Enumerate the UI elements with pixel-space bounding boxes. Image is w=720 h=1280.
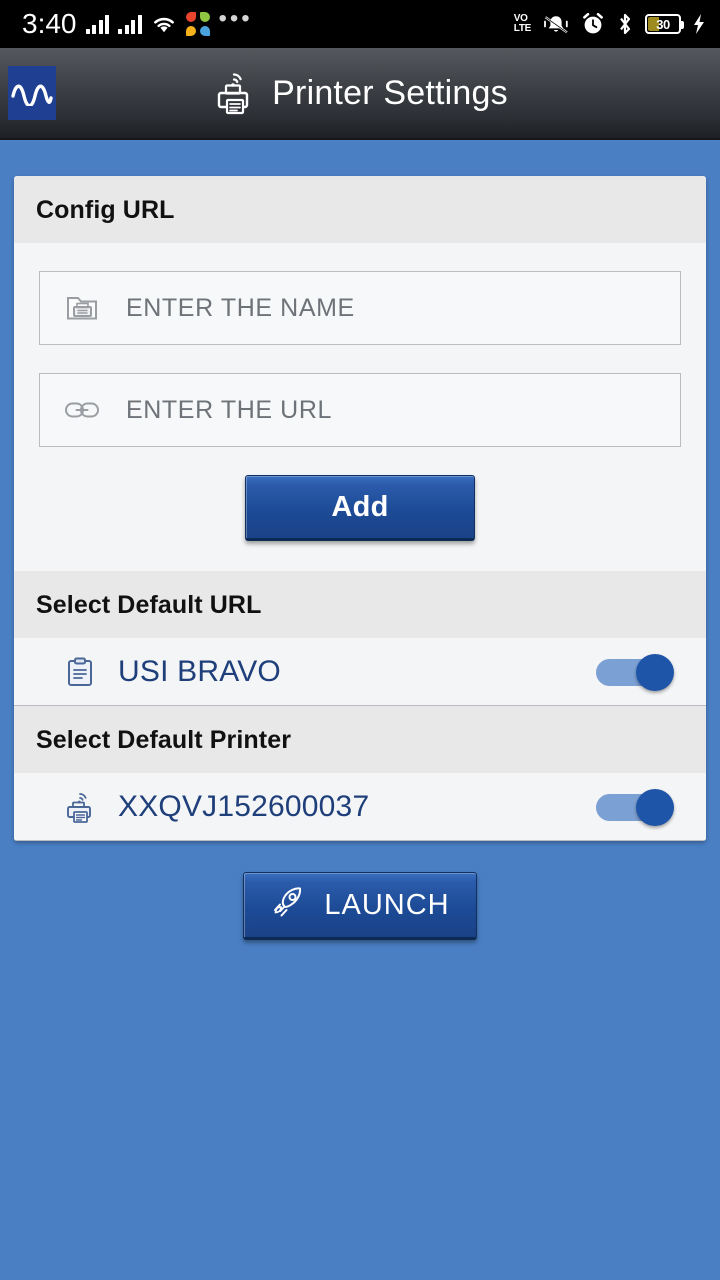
add-button-label: Add xyxy=(331,490,389,523)
battery-level-label: 30 xyxy=(656,16,670,32)
name-field[interactable]: ENTER THE NAME xyxy=(39,271,681,345)
page-title: Printer Settings xyxy=(272,73,508,112)
link-icon xyxy=(62,399,102,421)
wireless-printer-icon xyxy=(212,65,256,122)
status-bar-right: VO LTE 30 xyxy=(514,12,706,36)
rocket-icon xyxy=(270,885,306,926)
launch-button[interactable]: LAUNCH xyxy=(243,872,477,940)
status-bar: 3:40 ••• VO LTE 30 xyxy=(0,0,720,48)
toggle-thumb xyxy=(636,653,674,691)
list-item-usi-bravo[interactable]: USI BRAVO xyxy=(14,638,706,706)
name-field-placeholder: ENTER THE NAME xyxy=(126,293,355,322)
volte-icon: VO LTE xyxy=(513,14,532,34)
app-bar: Printer Settings xyxy=(0,48,720,140)
volte-line-2: LTE xyxy=(513,23,532,34)
config-form: ENTER THE NAME ENTER THE URL Add xyxy=(14,243,706,571)
toggle-thumb xyxy=(636,788,674,826)
flower-app-icon xyxy=(185,12,210,36)
select-default-url-header: Select Default URL xyxy=(14,571,706,638)
toggle-usi-bravo[interactable] xyxy=(596,653,674,691)
add-button[interactable]: Add xyxy=(245,475,475,541)
folder-printer-icon xyxy=(62,292,102,324)
overflow-dots-icon: ••• xyxy=(218,5,253,32)
list-item-printer[interactable]: XXQVJ152600037 xyxy=(14,773,706,841)
url-field[interactable]: ENTER THE URL xyxy=(39,373,681,447)
page-content: Config URL ENTER THE NAME ENTER THE URL … xyxy=(0,140,720,1280)
battery-icon: 30 xyxy=(645,14,684,34)
mute-bell-icon xyxy=(542,13,570,35)
settings-card: Config URL ENTER THE NAME ENTER THE URL … xyxy=(14,176,706,841)
signal-bars-sim2-icon xyxy=(118,14,142,34)
charging-bolt-icon xyxy=(692,13,706,35)
toggle-printer[interactable] xyxy=(596,788,674,826)
signal-bars-sim1-icon xyxy=(85,14,109,34)
alarm-clock-icon xyxy=(581,12,605,36)
clipboard-icon xyxy=(62,657,98,687)
footer-actions: LAUNCH xyxy=(14,841,706,971)
wireless-printer-icon xyxy=(62,790,98,824)
wifi-icon xyxy=(151,14,177,34)
list-item-label: XXQVJ152600037 xyxy=(118,789,370,823)
launch-button-label: LAUNCH xyxy=(324,888,450,921)
status-bar-left: 3:40 ••• xyxy=(22,5,253,39)
wave-logo[interactable] xyxy=(8,66,56,120)
status-clock: 3:40 xyxy=(22,8,77,39)
app-bar-title-group: Printer Settings xyxy=(0,65,720,122)
url-field-placeholder: ENTER THE URL xyxy=(126,395,332,424)
list-item-label: USI BRAVO xyxy=(118,654,281,688)
bluetooth-icon xyxy=(616,12,634,36)
config-url-header: Config URL xyxy=(14,176,706,243)
select-default-printer-header: Select Default Printer xyxy=(14,706,706,773)
